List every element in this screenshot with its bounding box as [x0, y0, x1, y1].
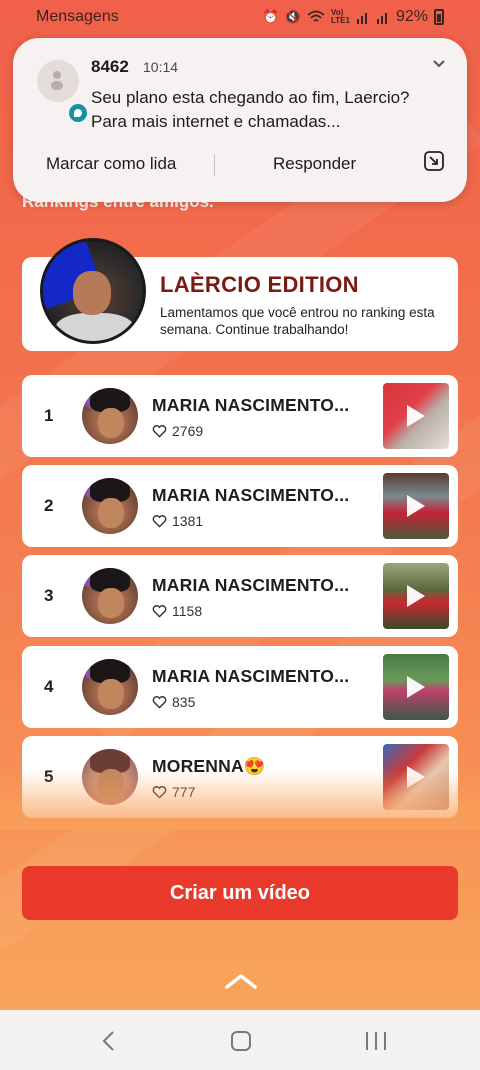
- back-icon[interactable]: [100, 1030, 116, 1052]
- notification-sender: 8462: [91, 57, 129, 76]
- play-icon: [407, 495, 425, 517]
- rank-number: 2: [44, 496, 54, 515]
- battery-percent: 92%: [395, 8, 428, 25]
- notification-card[interactable]: 8462 10:14 Seu plano esta chegando ao fi…: [13, 38, 467, 202]
- mute-icon: 🔇: [284, 9, 301, 24]
- likes-value: 1158: [172, 603, 203, 619]
- heart-icon: [152, 425, 167, 438]
- wifi-icon: [307, 10, 325, 22]
- signal-icon: [356, 13, 367, 24]
- create-video-button[interactable]: Criar um vídeo: [22, 866, 458, 920]
- chevron-up-icon[interactable]: [224, 972, 258, 990]
- notification-message: Seu plano esta chegando ao fim, Laercio?…: [91, 88, 410, 131]
- avatar[interactable]: [82, 568, 138, 624]
- list-fade: [0, 770, 480, 830]
- messages-app-badge-icon: [67, 102, 89, 124]
- rank-name: MARIA NASCIMENTO...: [152, 666, 350, 686]
- play-icon: [407, 405, 425, 427]
- avatar[interactable]: [82, 388, 138, 444]
- battery-icon: [434, 9, 444, 25]
- avatar[interactable]: [82, 659, 138, 715]
- notification-time: 10:14: [143, 59, 179, 75]
- signal-icon: [376, 13, 387, 24]
- likes-value: 2769: [172, 423, 204, 439]
- heart-icon: [152, 515, 167, 528]
- ranking-row[interactable]: 4 MARIA NASCIMENTO... 835: [22, 646, 458, 728]
- notification-actions: Marcar como lida Responder: [13, 146, 467, 190]
- likes-count: 1381: [152, 513, 203, 529]
- likes-count: 1158: [152, 603, 202, 619]
- chevron-down-icon[interactable]: [431, 56, 447, 72]
- heart-icon: [152, 696, 167, 709]
- rank-name: MARIA NASCIMENTO...: [152, 575, 350, 595]
- system-nav-bar: [0, 1010, 480, 1070]
- play-icon: [407, 676, 425, 698]
- likes-count: 2769: [152, 423, 203, 439]
- status-app-label: Mensagens: [36, 8, 119, 25]
- likes-count: 835: [152, 694, 195, 710]
- home-icon[interactable]: [231, 1031, 251, 1051]
- open-popup-icon[interactable]: [423, 150, 445, 172]
- rank-name: MARIA NASCIMENTO...: [152, 395, 350, 415]
- heart-icon: [152, 605, 167, 618]
- user-avatar: [40, 238, 146, 344]
- rank-name: MARIA NASCIMENTO...: [152, 485, 350, 505]
- status-bar: Mensagens ⏰ 🔇 Vo) LTE1 92%: [0, 0, 480, 34]
- action-divider: [214, 154, 215, 176]
- ranking-row[interactable]: 3 MARIA NASCIMENTO... 1158: [22, 555, 458, 637]
- rank-number: 1: [44, 406, 54, 425]
- recent-apps-icon[interactable]: [366, 1032, 386, 1050]
- video-thumbnail[interactable]: [383, 473, 449, 539]
- reply-button[interactable]: Responder: [273, 154, 356, 174]
- likes-value: 835: [172, 694, 196, 710]
- video-thumbnail[interactable]: [383, 654, 449, 720]
- ranking-row[interactable]: 2 MARIA NASCIMENTO... 1381: [22, 465, 458, 547]
- video-thumbnail[interactable]: [383, 383, 449, 449]
- rank-number: 4: [44, 677, 54, 696]
- person-icon: [51, 71, 63, 90]
- video-thumbnail[interactable]: [383, 563, 449, 629]
- volte-lte1-icon: Vo) LTE1: [331, 8, 350, 25]
- contact-avatar: [37, 60, 89, 124]
- mark-read-button[interactable]: Marcar como lida: [46, 154, 176, 174]
- user-ranking-message: Lamentamos que você entrou no ranking es…: [160, 305, 435, 337]
- rank-number: 3: [44, 586, 54, 605]
- alarm-icon: ⏰: [262, 9, 279, 24]
- ranking-row[interactable]: 1 MARIA NASCIMENTO... 2769: [22, 375, 458, 457]
- avatar[interactable]: [82, 478, 138, 534]
- user-name: LAÈRCIO EDITION: [160, 272, 359, 297]
- likes-value: 1381: [172, 513, 204, 529]
- play-icon: [407, 585, 425, 607]
